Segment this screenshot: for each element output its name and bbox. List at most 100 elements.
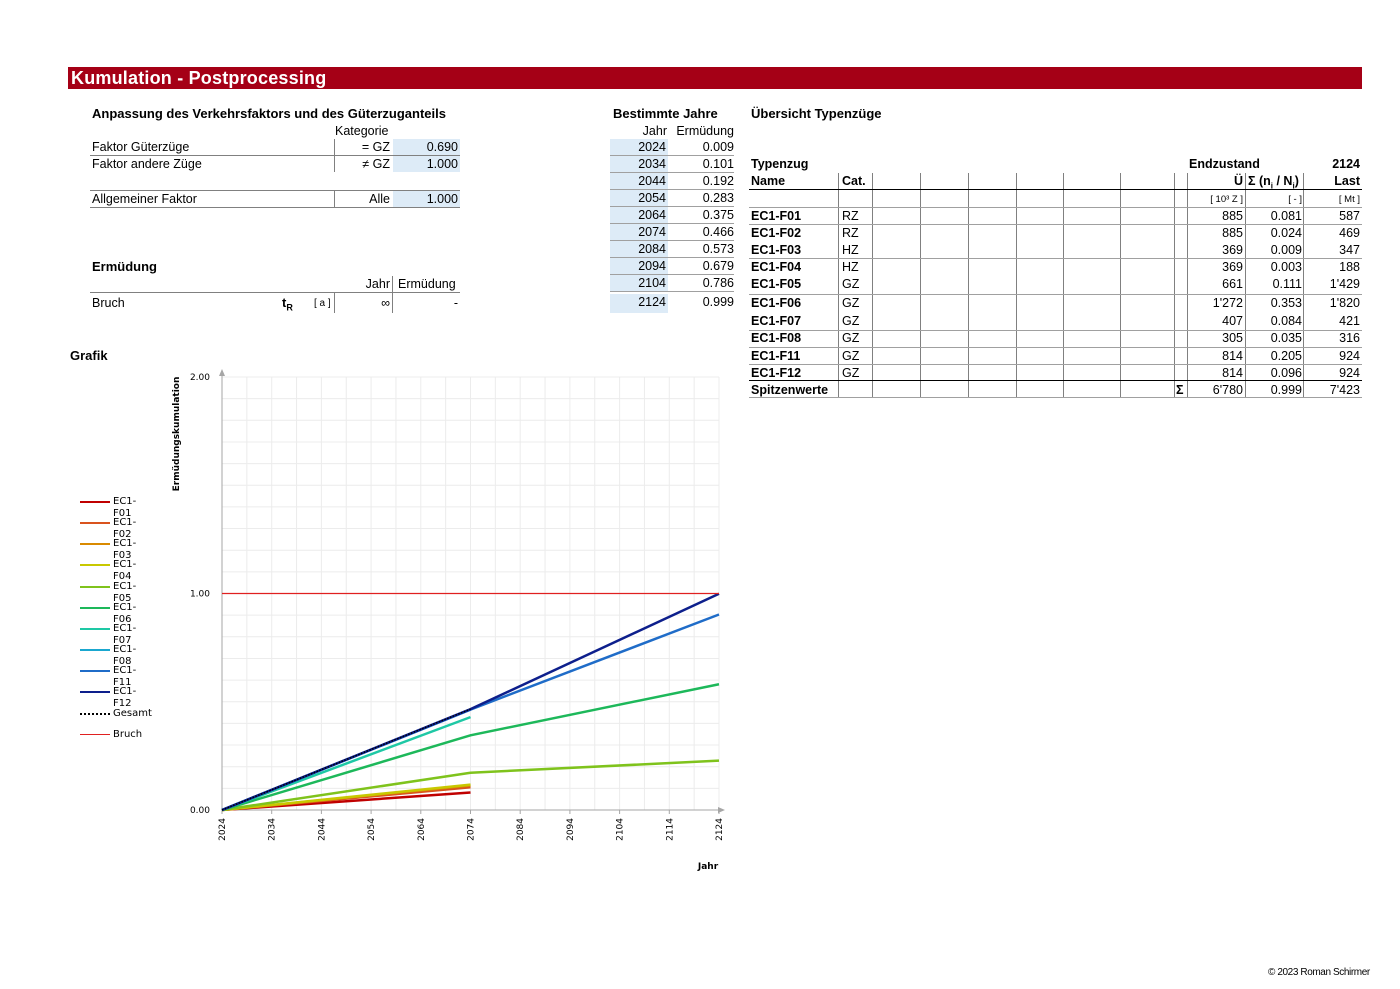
typenzug-last: 188	[1339, 260, 1360, 274]
name-header: Name	[751, 174, 786, 188]
divider	[749, 258, 1362, 259]
legend-swatch	[80, 564, 110, 566]
divider	[749, 380, 1362, 381]
typenzug-last: 347	[1339, 243, 1360, 257]
bj-jahr-input[interactable]: 2024	[610, 139, 668, 155]
x-tick-label: 2124	[715, 818, 725, 841]
x-tick-label: 2094	[566, 818, 576, 841]
bj-jahr-input[interactable]: 2034	[610, 156, 668, 172]
typenzug-cat: HZ	[842, 260, 859, 274]
typenzug-name: EC1-F12	[751, 366, 802, 380]
series-line	[221, 786, 471, 812]
x-tick-label: 2044	[317, 818, 327, 841]
legend-swatch	[80, 522, 110, 524]
typenzug-name: EC1-F01	[751, 209, 802, 223]
bj-col-jahr: Jahr	[642, 124, 667, 138]
bruch-jahr-value: ∞	[381, 296, 390, 310]
divider	[90, 207, 460, 208]
page-title: Kumulation - Postprocessing	[71, 68, 327, 88]
grafik-title: Grafik	[70, 348, 108, 363]
bj-jahr-input[interactable]: 2104	[610, 275, 668, 291]
sum-header-mid: / N	[1273, 174, 1293, 188]
series-line	[221, 759, 720, 812]
u-unit: [ 10³ Z ]	[1210, 194, 1243, 205]
bj-jahr-input[interactable]: 2094	[610, 258, 668, 274]
legend-swatch	[80, 501, 110, 503]
y-axis-arrow	[219, 369, 225, 376]
typenzug-header: Typenzug	[751, 157, 809, 171]
x-tick-label: 2084	[516, 818, 526, 841]
typenzug-u: 369	[1222, 260, 1243, 274]
legend-swatch	[80, 607, 110, 609]
typenzug-sum: 0.081	[1270, 209, 1302, 223]
bj-jahr-input[interactable]: 2124	[610, 294, 668, 313]
bestimmte-jahre-title: Bestimmte Jahre	[613, 106, 718, 121]
typenzug-last: 1'429	[1329, 277, 1360, 291]
typenzug-sum: 0.003	[1270, 260, 1302, 274]
series-line	[221, 784, 471, 812]
last-unit: [ Mt ]	[1338, 194, 1360, 205]
legend-swatch	[80, 628, 110, 630]
typenzug-u: 305	[1222, 331, 1243, 345]
ermuedung-col-jahr: Jahr	[365, 277, 390, 291]
typenzug-name: EC1-F07	[751, 314, 802, 328]
bj-ermuedung-value: 0.573	[702, 242, 734, 256]
bj-col-ermuedung: Ermüdung	[676, 124, 734, 138]
series-line	[221, 791, 471, 812]
series-line	[221, 613, 720, 812]
x-tick-label: 2104	[616, 818, 626, 841]
faktor-andere-input[interactable]: 1.000	[393, 156, 460, 172]
x-tick-label: 2114	[665, 818, 675, 841]
divider	[749, 224, 1362, 225]
bj-jahr-input[interactable]: 2064	[610, 207, 668, 223]
total-last: 7'423	[1329, 383, 1360, 397]
series-line	[221, 783, 471, 812]
typenzug-last: 469	[1339, 226, 1360, 240]
typenzug-cat: GZ	[842, 349, 860, 363]
divider	[749, 347, 1362, 348]
legend-swatch	[80, 586, 110, 588]
typenzug-cat: RZ	[842, 209, 859, 223]
divider	[749, 294, 1362, 295]
bj-ermuedung-value: 0.009	[702, 140, 734, 154]
divider	[610, 291, 734, 292]
faktor-gueterzuege-label: Faktor Güterzüge	[92, 140, 190, 154]
bruch-ermuedung-value: -	[453, 296, 458, 310]
faktor-andere-kategorie: ≠ GZ	[362, 157, 390, 171]
faktor-gueterzuege-input[interactable]: 0.690	[393, 139, 460, 155]
bj-jahr-input[interactable]: 2084	[610, 241, 668, 257]
allg-faktor-label: Allgemeiner Faktor	[92, 192, 197, 206]
total-u: 6'780	[1212, 383, 1243, 397]
anpassung-title: Anpassung des Verkehrsfaktors und des Gü…	[92, 106, 446, 121]
legend-label: Gesamt	[113, 708, 152, 719]
typenzug-sum: 0.205	[1270, 349, 1302, 363]
typenzug-sum: 0.353	[1270, 296, 1302, 310]
allg-faktor-kategorie: Alle	[369, 192, 390, 206]
divider	[749, 364, 1362, 365]
copyright: © 2023 Roman Schirmer	[1268, 967, 1370, 978]
bj-jahr-input[interactable]: 2074	[610, 224, 668, 240]
uebersicht-title: Übersicht Typenzüge	[751, 106, 882, 121]
ermuedung-col-ermuedung: Ermüdung	[398, 277, 456, 291]
legend-label: EC1-F12	[113, 686, 137, 709]
typenzug-name: EC1-F08	[751, 331, 802, 345]
typenzug-name: EC1-F02	[751, 226, 802, 240]
typenzug-sum: 0.096	[1270, 366, 1302, 380]
bj-jahr-input[interactable]: 2054	[610, 190, 668, 206]
typenzug-u: 885	[1222, 209, 1243, 223]
divider	[749, 330, 1362, 331]
allg-faktor-input[interactable]: 1.000	[393, 191, 460, 207]
bj-ermuedung-value: 0.786	[702, 276, 734, 290]
typenzug-last: 1'820	[1329, 296, 1360, 310]
typenzug-u: 814	[1222, 366, 1243, 380]
divider	[749, 189, 1362, 190]
tr-symbol: tR	[282, 295, 293, 313]
typenzug-u: 661	[1222, 277, 1243, 291]
typenzug-last: 421	[1339, 314, 1360, 328]
typenzug-cat: GZ	[842, 331, 860, 345]
bj-jahr-input[interactable]: 2044	[610, 173, 668, 189]
cat-header: Cat.	[842, 174, 866, 188]
legend-swatch	[80, 670, 110, 672]
x-axis-arrow	[718, 807, 725, 813]
y-tick-label: 2.00	[190, 373, 210, 383]
